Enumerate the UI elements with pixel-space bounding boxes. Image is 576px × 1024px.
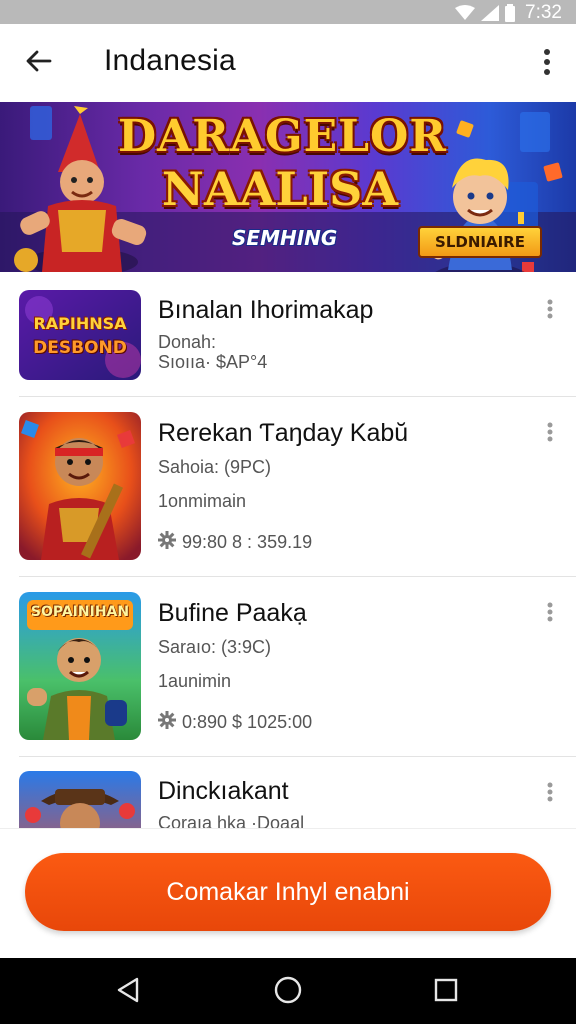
page-title: Indanesia — [104, 44, 236, 77]
thumbnail-text-top: SOPAINIHAN — [30, 604, 130, 620]
item-rating: 99:80 8 : 359.19 — [158, 531, 312, 554]
promo-banner[interactable]: DARAGELOR NAALISA SEMHING SLDNIAIRE — [0, 102, 576, 272]
item-title: Bınalan Ihorimakap — [158, 296, 374, 324]
more-vert-icon — [547, 422, 553, 447]
game-thumbnail: RAPIHNSA DESBOND — [19, 290, 141, 380]
item-rating-text: 0:890 $ 1025:00 — [182, 712, 313, 732]
item-title: Rerekan Ƭaŋday Kabŭ — [158, 419, 409, 447]
status-bar: 7:32 — [0, 0, 576, 24]
system-nav-bar — [0, 958, 576, 1024]
back-button[interactable] — [18, 42, 60, 84]
battery-icon — [505, 4, 516, 22]
triangle-back-icon — [116, 977, 140, 1008]
circle-home-icon — [274, 976, 302, 1009]
more-vert-icon — [547, 299, 553, 324]
wifi-icon — [455, 5, 476, 21]
item-rating-text: 99:80 8 : 359.19 — [182, 532, 313, 552]
game-thumbnail: SOPAINIHAN — [19, 592, 141, 740]
game-list: RAPIHNSA DESBOND Bınalan Ihorimakap Dona… — [0, 272, 576, 828]
banner-title: DARAGELOR — [118, 111, 447, 162]
game-thumbnail — [19, 771, 141, 828]
item-line-1: Donah: — [158, 332, 217, 352]
item-title: Bufine Paakạ — [158, 599, 307, 627]
list-item[interactable]: SOPAINIHAN Bufine Paakạ Saraıo: (3:9C) 1… — [0, 577, 576, 755]
overflow-menu-button[interactable] — [532, 44, 562, 84]
list-item[interactable]: Dinckıakant Coraıa hka ·Doaal — [0, 757, 576, 828]
banner-subtitle: SEMHING — [232, 226, 338, 250]
banner-badge: SLDNIAIRE — [418, 226, 542, 258]
banner-title-line2: NAALISA — [161, 162, 399, 216]
signal-icon — [481, 5, 500, 21]
bottom-action-area: Comakar Inhyl enabni — [0, 828, 576, 958]
item-more-button[interactable] — [538, 419, 562, 449]
item-title: Dinckıakant — [158, 777, 289, 805]
status-icons: 7:32 — [455, 2, 562, 24]
more-vert-icon — [547, 782, 553, 807]
more-vert-icon — [543, 48, 551, 81]
item-line-2: 1aunimin — [158, 671, 232, 691]
nav-home-button[interactable] — [272, 976, 304, 1008]
status-time: 7:32 — [525, 2, 562, 23]
list-item[interactable]: RAPIHNSA DESBOND Bınalan Ihorimakap Dona… — [0, 272, 576, 394]
nav-back-button[interactable] — [112, 976, 144, 1008]
thumbnail-text-bottom: DESBOND — [33, 338, 127, 358]
list-item[interactable]: Rerekan Ƭaŋday Kabŭ Sahoia: (9PC) 1onmim… — [0, 397, 576, 575]
thumbnail-text-top: RAPIHNSA — [33, 314, 127, 333]
game-thumbnail — [19, 412, 141, 560]
item-line-2: 1onmimain — [158, 491, 247, 511]
item-line-1: Coraıa hka ·Doaal — [158, 813, 305, 828]
item-more-button[interactable] — [538, 296, 562, 326]
app-bar: Indanesia — [0, 24, 576, 102]
nav-recents-button[interactable] — [430, 976, 462, 1008]
item-line-2: Sıoııa· $AP°4 — [158, 352, 268, 372]
more-vert-icon — [547, 602, 553, 627]
primary-action-button[interactable]: Comakar Inhyl enabni — [25, 853, 551, 931]
item-line-1: Sahoia: (9PC) — [158, 457, 272, 477]
item-more-button[interactable] — [538, 599, 562, 629]
item-more-button[interactable] — [538, 779, 562, 809]
item-line-1: Saraıo: (3:9C) — [158, 637, 272, 657]
arrow-back-icon — [24, 46, 54, 81]
item-rating: 0:890 $ 1025:00 — [158, 711, 312, 734]
gear-icon — [158, 531, 176, 554]
gear-icon — [158, 711, 176, 734]
square-recents-icon — [434, 978, 458, 1007]
